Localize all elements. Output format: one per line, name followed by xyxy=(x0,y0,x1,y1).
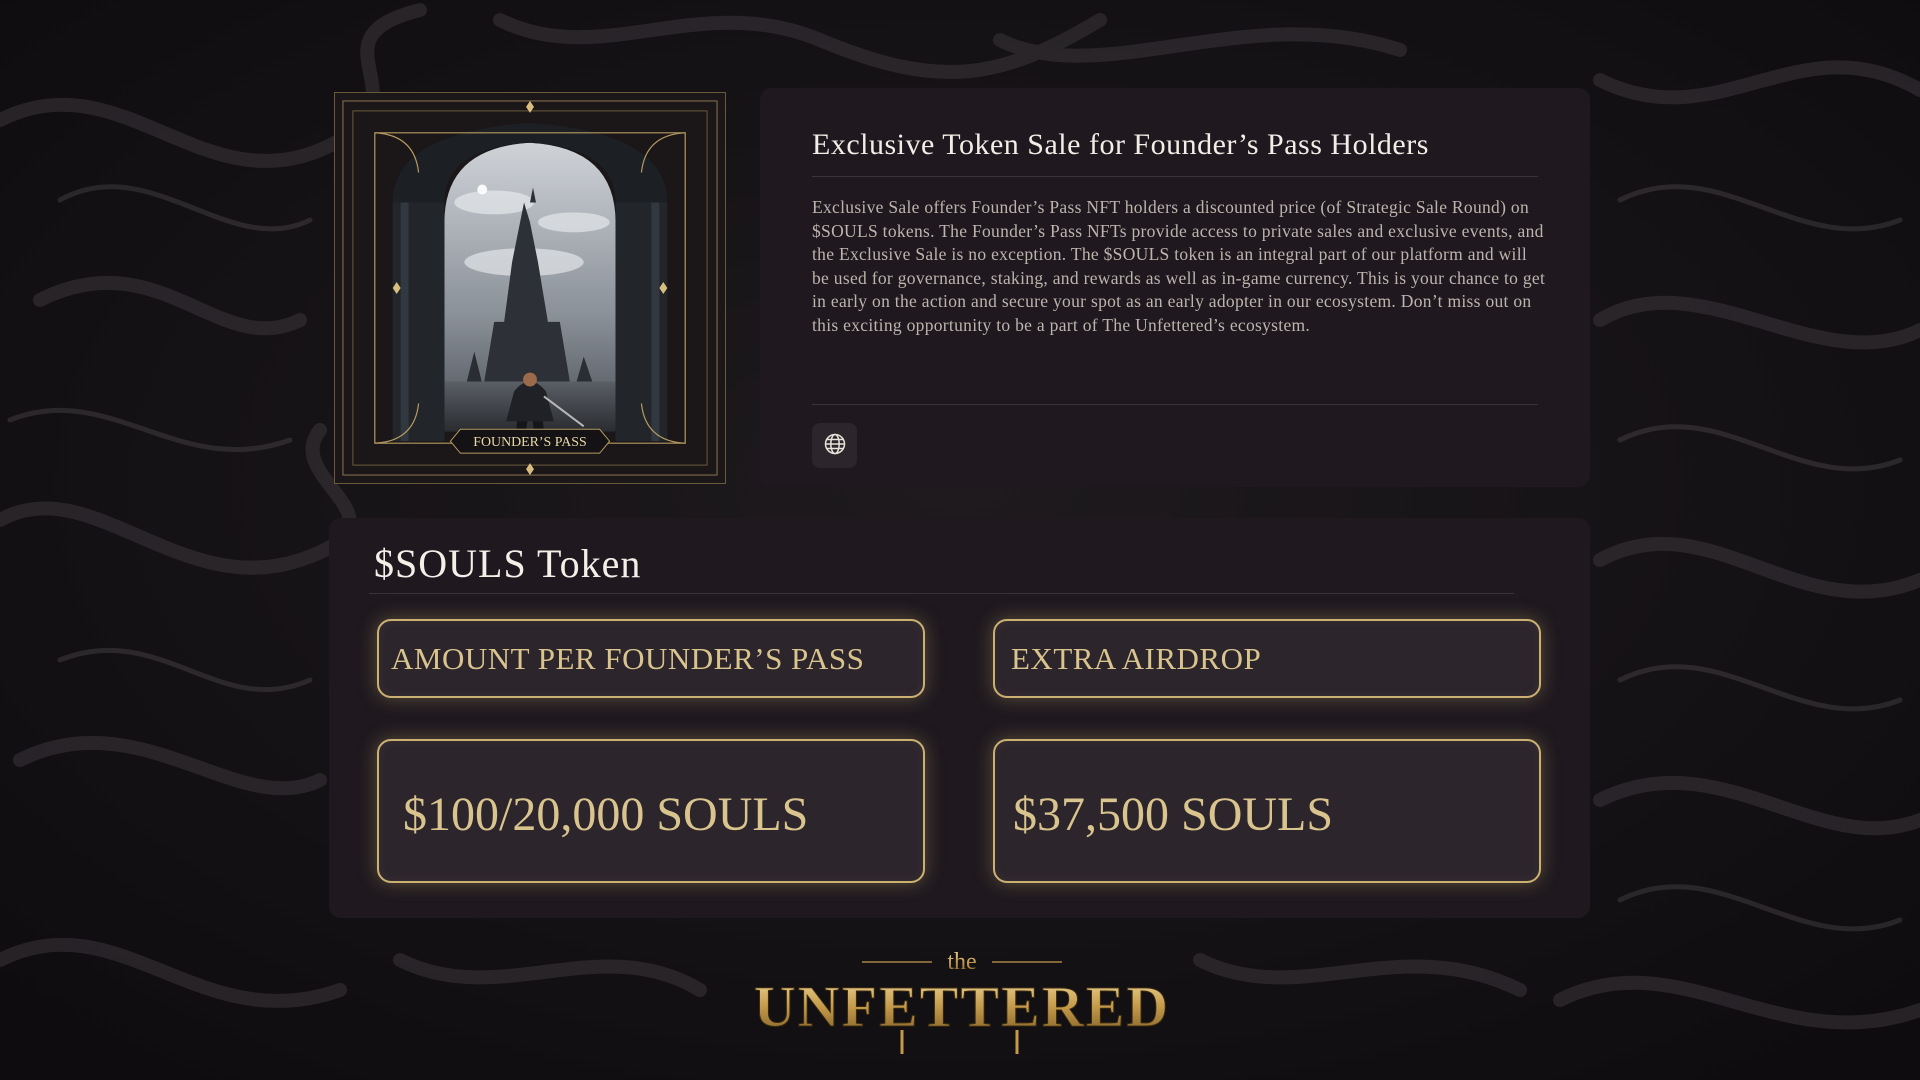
logo-main-text: UNFETTERED xyxy=(754,974,1170,1039)
sale-description: Exclusive Sale offers Founder’s Pass NFT… xyxy=(812,197,1546,335)
token-title: $SOULS Token xyxy=(374,541,642,586)
souls-token-panel: $SOULS Token AMOUNT PER FOUNDER’S PASS E… xyxy=(329,518,1590,918)
website-button[interactable] xyxy=(812,423,857,468)
divider xyxy=(369,593,1514,594)
sale-info-panel: Exclusive Token Sale for Founder’s Pass … xyxy=(760,88,1590,487)
unfettered-logo: the UNFETTERED xyxy=(752,942,1172,1060)
logo-small-text: the xyxy=(947,949,976,975)
divider xyxy=(812,404,1538,405)
extra-airdrop-label: EXTRA AIRDROP xyxy=(993,619,1541,698)
amount-per-pass-value: $100/20,000 SOULS xyxy=(377,739,925,883)
globe-icon xyxy=(823,432,847,460)
pass-card-label: FOUNDER’S PASS xyxy=(473,435,586,450)
sale-title: Exclusive Token Sale for Founder’s Pass … xyxy=(812,128,1538,177)
extra-airdrop-value: $37,500 SOULS xyxy=(993,739,1541,883)
amount-per-pass-label: AMOUNT PER FOUNDER’S PASS xyxy=(377,619,925,698)
founders-pass-image: FOUNDER’S PASS xyxy=(334,92,726,484)
